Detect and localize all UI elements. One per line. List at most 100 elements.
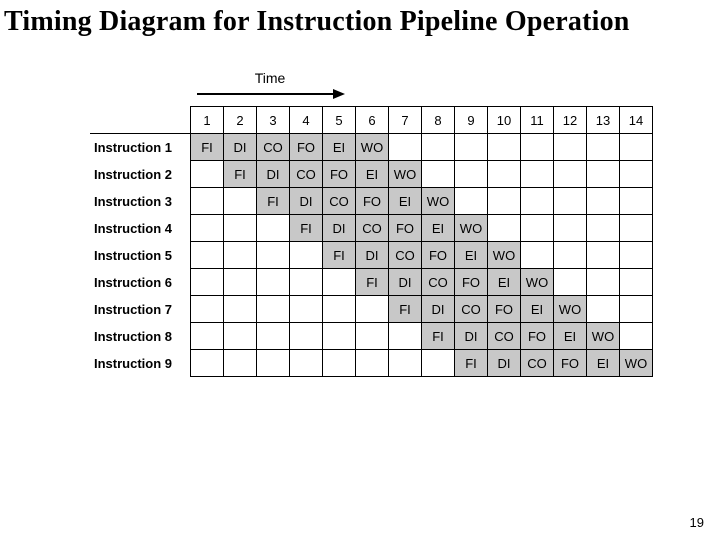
pipeline-diagram: 1234567891011121314Instruction 1FIDICOFO… bbox=[90, 106, 653, 377]
pipeline-cell bbox=[290, 323, 323, 350]
column-header: 14 bbox=[620, 107, 653, 134]
table-row: Instruction 3FIDICOFOEIWO bbox=[90, 188, 653, 215]
pipeline-cell bbox=[620, 215, 653, 242]
pipeline-cell bbox=[488, 134, 521, 161]
pipeline-cell bbox=[455, 134, 488, 161]
pipeline-cell bbox=[620, 296, 653, 323]
column-header: 5 bbox=[323, 107, 356, 134]
pipeline-cell: FO bbox=[554, 350, 587, 377]
pipeline-cell: CO bbox=[290, 161, 323, 188]
pipeline-cell bbox=[422, 161, 455, 188]
pipeline-cell bbox=[224, 188, 257, 215]
pipeline-cell bbox=[554, 215, 587, 242]
pipeline-cell: EI bbox=[521, 296, 554, 323]
pipeline-cell: EI bbox=[356, 161, 389, 188]
pipeline-cell: CO bbox=[521, 350, 554, 377]
column-header: 3 bbox=[257, 107, 290, 134]
pipeline-cell: CO bbox=[422, 269, 455, 296]
pipeline-cell bbox=[323, 350, 356, 377]
pipeline-cell: FI bbox=[389, 296, 422, 323]
pipeline-cell: DI bbox=[422, 296, 455, 323]
row-header: Instruction 6 bbox=[90, 269, 191, 296]
pipeline-cell: WO bbox=[488, 242, 521, 269]
column-header: 6 bbox=[356, 107, 389, 134]
pipeline-cell bbox=[257, 350, 290, 377]
table-row: Instruction 6FIDICOFOEIWO bbox=[90, 269, 653, 296]
pipeline-cell bbox=[224, 296, 257, 323]
time-axis: Time bbox=[190, 70, 350, 100]
pipeline-cell bbox=[620, 161, 653, 188]
pipeline-cell bbox=[620, 323, 653, 350]
pipeline-cell: CO bbox=[455, 296, 488, 323]
pipeline-cell bbox=[455, 188, 488, 215]
pipeline-cell bbox=[290, 242, 323, 269]
pipeline-cell: EI bbox=[554, 323, 587, 350]
row-header: Instruction 5 bbox=[90, 242, 191, 269]
column-header: 13 bbox=[587, 107, 620, 134]
pipeline-cell bbox=[191, 296, 224, 323]
pipeline-cell: EI bbox=[422, 215, 455, 242]
pipeline-cell: EI bbox=[455, 242, 488, 269]
row-header: Instruction 3 bbox=[90, 188, 191, 215]
row-header: Instruction 2 bbox=[90, 161, 191, 188]
pipeline-cell bbox=[620, 242, 653, 269]
pipeline-cell bbox=[191, 215, 224, 242]
table-row: Instruction 1FIDICOFOEIWO bbox=[90, 134, 653, 161]
pipeline-cell: CO bbox=[488, 323, 521, 350]
pipeline-cell bbox=[620, 269, 653, 296]
pipeline-cell: WO bbox=[455, 215, 488, 242]
pipeline-cell bbox=[587, 296, 620, 323]
pipeline-cell bbox=[224, 323, 257, 350]
pipeline-cell bbox=[521, 161, 554, 188]
pipeline-table: 1234567891011121314Instruction 1FIDICOFO… bbox=[90, 106, 653, 377]
pipeline-cell: DI bbox=[224, 134, 257, 161]
page-number: 19 bbox=[690, 515, 704, 530]
table-row: Instruction 9FIDICOFOEIWO bbox=[90, 350, 653, 377]
column-header: 11 bbox=[521, 107, 554, 134]
pipeline-cell: CO bbox=[323, 188, 356, 215]
pipeline-cell: EI bbox=[389, 188, 422, 215]
pipeline-cell bbox=[422, 134, 455, 161]
pipeline-cell: EI bbox=[488, 269, 521, 296]
pipeline-cell bbox=[422, 350, 455, 377]
pipeline-cell bbox=[257, 242, 290, 269]
pipeline-cell: FO bbox=[455, 269, 488, 296]
pipeline-cell: FO bbox=[356, 188, 389, 215]
pipeline-cell bbox=[257, 296, 290, 323]
pipeline-cell: CO bbox=[389, 242, 422, 269]
pipeline-cell bbox=[620, 134, 653, 161]
pipeline-cell bbox=[488, 188, 521, 215]
pipeline-cell bbox=[554, 134, 587, 161]
pipeline-cell: WO bbox=[356, 134, 389, 161]
pipeline-cell bbox=[191, 161, 224, 188]
pipeline-cell bbox=[191, 269, 224, 296]
pipeline-cell: WO bbox=[521, 269, 554, 296]
slide: Timing Diagram for Instruction Pipeline … bbox=[0, 0, 720, 540]
pipeline-cell bbox=[191, 350, 224, 377]
pipeline-cell bbox=[587, 188, 620, 215]
table-row: Instruction 4FIDICOFOEIWO bbox=[90, 215, 653, 242]
row-header: Instruction 9 bbox=[90, 350, 191, 377]
pipeline-cell: FO bbox=[488, 296, 521, 323]
pipeline-cell: FI bbox=[455, 350, 488, 377]
pipeline-cell: FO bbox=[323, 161, 356, 188]
row-header: Instruction 4 bbox=[90, 215, 191, 242]
table-row: Instruction 8FIDICOFOEIWO bbox=[90, 323, 653, 350]
table-row: Instruction 2FIDICOFOEIWO bbox=[90, 161, 653, 188]
pipeline-cell bbox=[488, 161, 521, 188]
table-corner bbox=[90, 107, 191, 134]
pipeline-cell bbox=[224, 269, 257, 296]
pipeline-cell bbox=[554, 188, 587, 215]
table-row: Instruction 5FIDICOFOEIWO bbox=[90, 242, 653, 269]
column-header: 7 bbox=[389, 107, 422, 134]
pipeline-cell: DI bbox=[488, 350, 521, 377]
pipeline-cell bbox=[224, 242, 257, 269]
pipeline-cell: DI bbox=[356, 242, 389, 269]
table-row: Instruction 7FIDICOFOEIWO bbox=[90, 296, 653, 323]
pipeline-cell: DI bbox=[290, 188, 323, 215]
pipeline-cell bbox=[257, 323, 290, 350]
pipeline-cell bbox=[191, 323, 224, 350]
time-label: Time bbox=[190, 70, 350, 86]
pipeline-cell: WO bbox=[620, 350, 653, 377]
pipeline-cell: DI bbox=[455, 323, 488, 350]
